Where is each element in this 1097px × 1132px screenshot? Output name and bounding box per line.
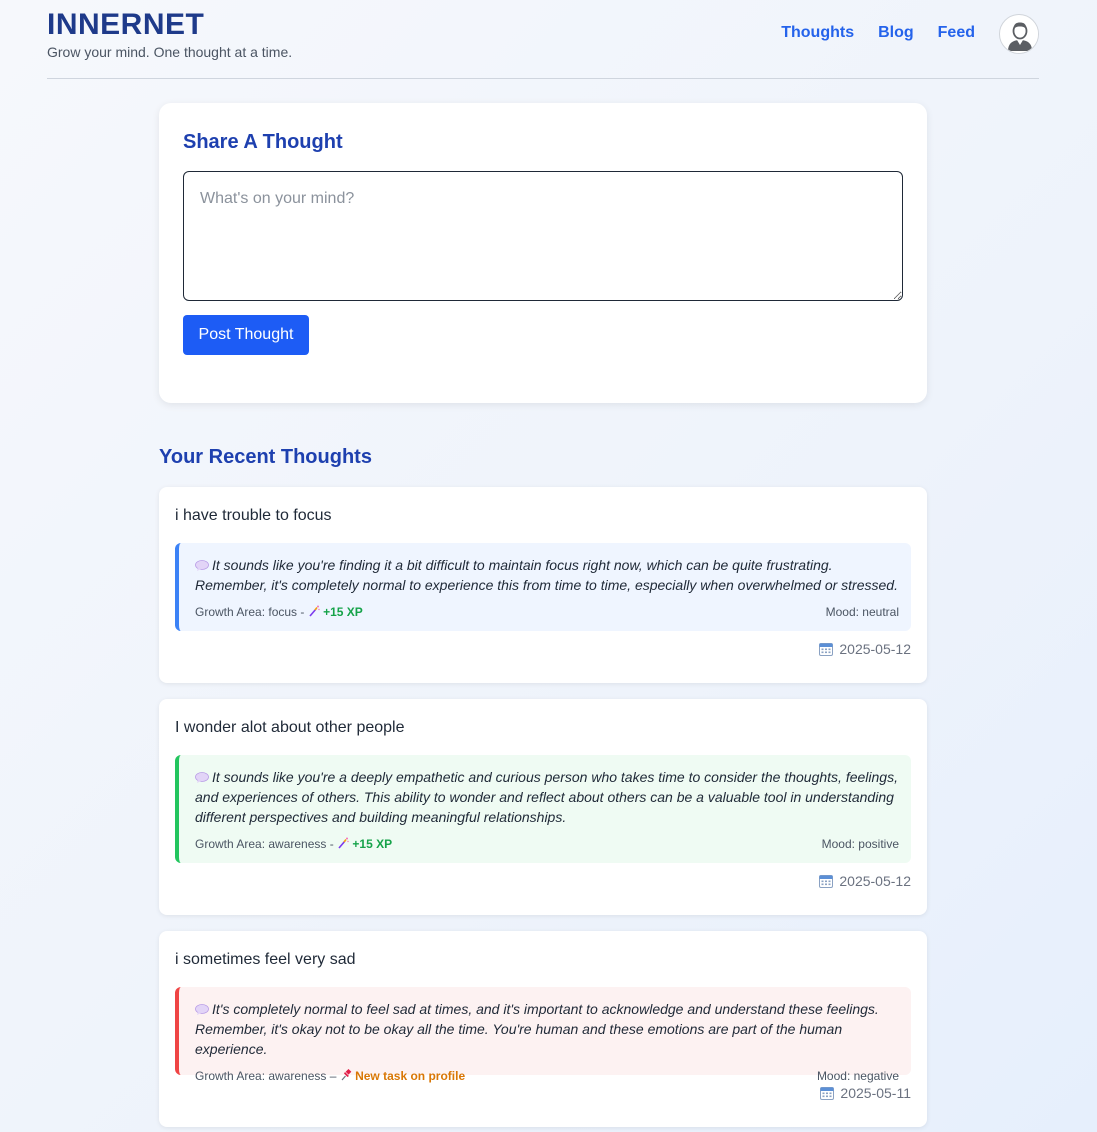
calendar-icon	[819, 643, 834, 656]
date-value: 2025-05-12	[839, 873, 911, 889]
thought-input[interactable]	[183, 171, 903, 301]
mood-label: Mood: positive	[821, 837, 899, 851]
calendar-icon	[819, 875, 834, 888]
mood-label: Mood: neutral	[825, 605, 899, 619]
reflection-text: It sounds like you're finding it a bit d…	[195, 557, 898, 593]
ai-reflection: It sounds like you're a deeply empatheti…	[175, 755, 911, 863]
share-thought-card: Share A Thought Post Thought	[159, 103, 927, 403]
thought-card: i sometimes feel very sad It's completel…	[159, 931, 927, 1127]
growth-area: Growth Area: awareness -	[195, 837, 334, 851]
reflection-text: It's completely normal to feel sad at ti…	[195, 1001, 879, 1057]
calendar-icon	[820, 1087, 835, 1100]
nav-blog-link[interactable]: Blog	[878, 24, 914, 42]
magic-wand-icon	[338, 837, 349, 849]
site-header: INNERNET Grow your mind. One thought at …	[47, 0, 1039, 79]
speech-bubble-icon	[195, 772, 209, 783]
nav-thoughts-link[interactable]: Thoughts	[781, 24, 854, 42]
share-thought-title: Share A Thought	[183, 131, 343, 153]
date-value: 2025-05-11	[840, 1085, 911, 1101]
growth-area: Growth Area: awareness –	[195, 1069, 337, 1083]
post-thought-button[interactable]: Post Thought	[183, 315, 309, 355]
thought-text: i have trouble to focus	[175, 507, 332, 524]
new-task-link[interactable]: New task on profile	[355, 1069, 465, 1083]
ai-reflection: It sounds like you're finding it a bit d…	[175, 543, 911, 631]
xp-reward: +15 XP	[323, 605, 363, 619]
reflection-text: It sounds like you're a deeply empatheti…	[195, 769, 898, 825]
nav-feed-link[interactable]: Feed	[938, 24, 975, 42]
xp-reward: +15 XP	[352, 837, 393, 851]
brand-tagline: Grow your mind. One thought at a time.	[47, 44, 293, 60]
thought-date: 2025-05-12	[819, 641, 911, 657]
mood-label: Mood: negative	[816, 1069, 899, 1083]
user-avatar-button[interactable]	[999, 14, 1039, 54]
user-avatar-icon	[1001, 16, 1038, 53]
pushpin-icon	[341, 1069, 352, 1081]
thought-text: I wonder alot about other people	[175, 719, 405, 736]
thought-card: i have trouble to focus It sounds like y…	[159, 487, 927, 683]
brand-title[interactable]: INNERNET	[47, 8, 204, 42]
ai-reflection: It's completely normal to feel sad at ti…	[175, 987, 911, 1083]
main-nav: Thoughts Blog Feed	[781, 24, 975, 42]
thought-date: 2025-05-11	[820, 1085, 911, 1101]
reflection-meta: Growth Area: awareness - +15 XP Mood: po…	[195, 837, 899, 851]
speech-bubble-icon	[195, 1004, 209, 1015]
reflection-meta: Growth Area: focus - +15 XP Mood: neutra…	[195, 605, 899, 619]
thought-text: i sometimes feel very sad	[175, 951, 356, 968]
date-value: 2025-05-12	[839, 641, 911, 657]
reflection-meta: Growth Area: awareness – New task on pro…	[195, 1069, 899, 1083]
speech-bubble-icon	[195, 560, 209, 571]
thought-card: I wonder alot about other people It soun…	[159, 699, 927, 915]
magic-wand-icon	[309, 605, 320, 617]
growth-area: Growth Area: focus -	[195, 605, 305, 619]
recent-thoughts-title: Your Recent Thoughts	[159, 446, 372, 468]
thought-date: 2025-05-12	[819, 873, 911, 889]
